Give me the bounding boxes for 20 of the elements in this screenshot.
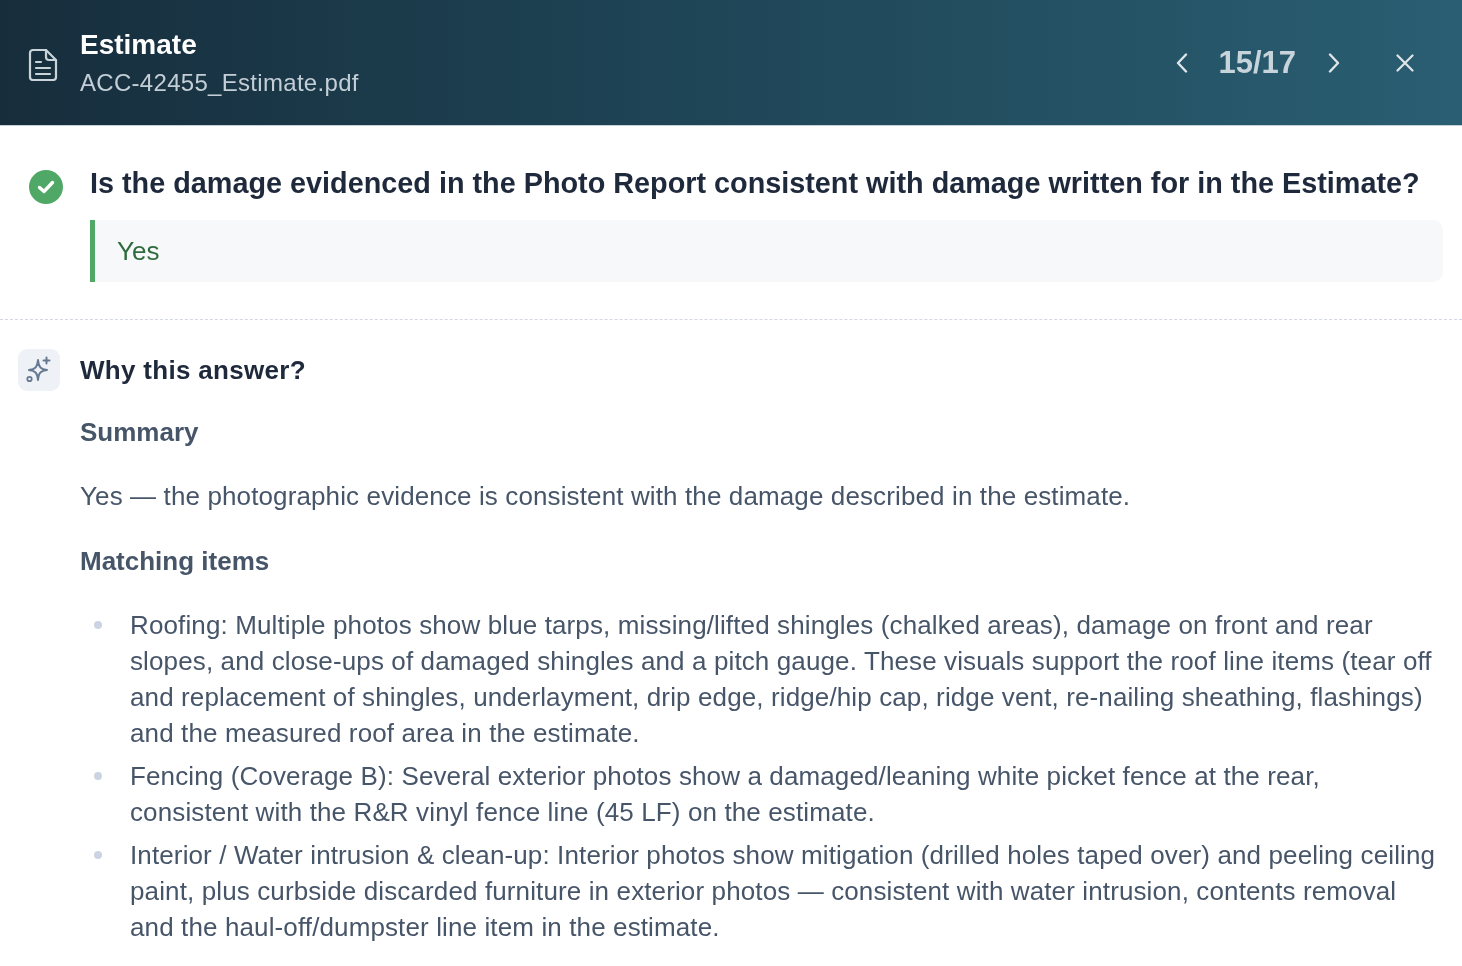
file-name: ACC-42455_Estimate.pdf xyxy=(80,67,359,98)
page-counter: 15/17 xyxy=(1218,44,1296,81)
document-title: Estimate xyxy=(80,27,198,62)
document-icon xyxy=(28,48,58,81)
bullet-icon xyxy=(94,851,102,859)
list-item-text: Roofing: Multiple photos show blue tarps, missing/lifted shingles (chalked areas), damage on front and rear slopes, and close-ups of damaged shingles and a pitch gauge. These visuals support the roof line items (tear off and replacement of shingles, underlayment, drip edge, ridge/hip cap, ridge vent, re-nailing sheathing, flashings) and the measured roof area in the estimate. xyxy=(130,609,1433,750)
summary-text: Yes — the photographic evidence is consistent with the damage described in the estimate. xyxy=(80,480,1132,513)
question-text: Is the damage evidenced in the Photo Report consistent with damage written for in the Estimate? xyxy=(90,166,1421,201)
subheading: Matching items xyxy=(80,545,271,577)
answer-text: Yes xyxy=(117,236,160,266)
list-item-text: Fencing (Coverage B): Several exterior photos show a damaged/leaning white picket fence at the rear, consistent with the R&R vinyl fence line (45 LF) on the estimate. xyxy=(130,760,1321,829)
chevron-right-icon xyxy=(1328,52,1340,73)
chevron-left-icon xyxy=(1176,52,1189,73)
bullet-icon xyxy=(94,772,102,780)
subheading: Summary xyxy=(80,416,200,448)
close-icon xyxy=(1396,53,1414,72)
bullet-icon xyxy=(94,621,102,629)
sparkle-icon xyxy=(18,349,60,391)
section-title: Why this answer? xyxy=(80,354,306,386)
list-item-text: Interior / Water intrusion & clean-up: Interior photos show mitigation (drilled holes taped over) and peeling ceiling paint, plus curbside discarded furniture in exterior photos — consistent with water intrusion, contents removal and the haul-off/dumpster line item in the estimate. xyxy=(130,839,1437,944)
